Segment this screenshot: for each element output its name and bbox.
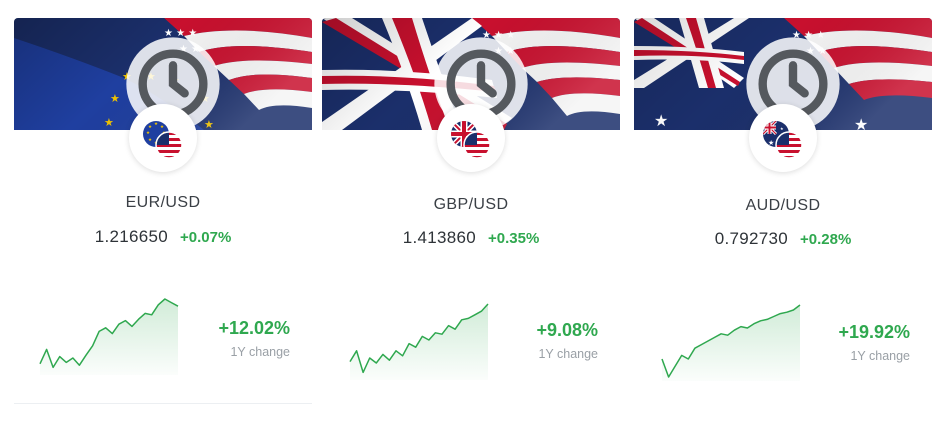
- svg-text:★: ★: [148, 137, 152, 143]
- sparkline-area: [662, 305, 800, 381]
- year-change-value: +12.02%: [218, 318, 290, 338]
- daily-change: +0.28%: [800, 231, 852, 248]
- sparkline-area: [40, 299, 178, 375]
- price-value: 1.413860: [402, 228, 476, 247]
- sparkline-chart: [349, 303, 489, 380]
- us-flag-icon: [775, 131, 803, 159]
- sparkline-chart: [661, 304, 801, 381]
- currency-pair-badge: ★ ★ ★: [749, 104, 817, 172]
- price-row: 1.216650 +0.07%: [14, 227, 312, 247]
- currency-card-aud-usd[interactable]: ★ ★ ★ ★ ★ ★★: [634, 18, 932, 404]
- pair-name: AUD/USD: [745, 197, 821, 214]
- price-row: 0.792730 +0.28%: [634, 229, 932, 249]
- daily-change: +0.07%: [180, 229, 232, 246]
- year-change-label: 1Y change: [538, 347, 598, 361]
- currency-pair-badge: [437, 104, 505, 172]
- year-change-value: +9.08%: [536, 320, 598, 340]
- currency-cards: ★ ★ ★ ★ ★ ★★★ ★★ ★★: [0, 0, 941, 421]
- svg-text:★: ★: [780, 126, 784, 131]
- price-row: 1.413860 +0.35%: [322, 228, 620, 248]
- currency-card-eur-usd[interactable]: ★ ★ ★ ★ ★ ★★★ ★★ ★★: [14, 18, 312, 404]
- year-change-label: 1Y change: [850, 349, 910, 363]
- year-change-block: +19.92% 1Y change: [838, 322, 910, 363]
- currency-pair-badge: ★★★ ★★★ ★★: [129, 104, 197, 172]
- us-flag-icon: [155, 131, 183, 159]
- sparkline-chart: [39, 298, 179, 375]
- price-value: 0.792730: [714, 229, 788, 248]
- price-value: 1.216650: [94, 227, 168, 246]
- svg-text:★: ★: [148, 124, 152, 130]
- pair-name: EUR/USD: [125, 194, 201, 211]
- us-flag-icon: [463, 131, 491, 159]
- pair-name: GBP/USD: [433, 196, 509, 213]
- year-change-label: 1Y change: [230, 345, 290, 359]
- svg-text:★: ★: [160, 124, 164, 130]
- year-change-block: +9.08% 1Y change: [536, 320, 598, 361]
- year-change-value: +19.92%: [838, 322, 910, 342]
- currency-card-gbp-usd[interactable]: ★ ★ ★ ★ ★: [322, 18, 620, 404]
- daily-change: +0.35%: [488, 230, 540, 247]
- year-change-block: +12.02% 1Y change: [218, 318, 290, 359]
- svg-text:★: ★: [154, 121, 158, 127]
- svg-text:★: ★: [146, 130, 150, 136]
- svg-text:★: ★: [768, 139, 774, 147]
